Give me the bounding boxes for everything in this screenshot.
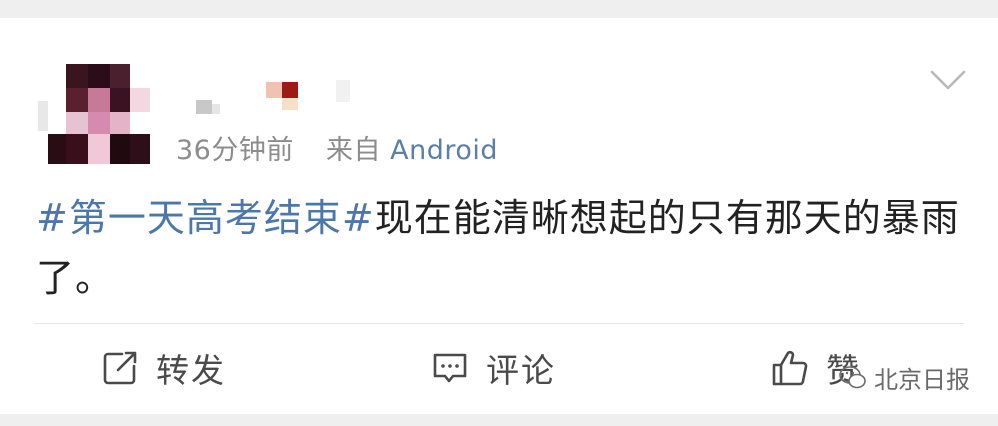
comment-label: 评论 <box>486 351 556 390</box>
username-obscured[interactable] <box>190 78 360 120</box>
divider <box>34 323 964 324</box>
bottom-background-strip <box>0 414 998 426</box>
repost-icon <box>103 351 137 385</box>
source-link[interactable]: Android <box>390 135 498 166</box>
post-time: 36分钟前 <box>176 135 294 166</box>
topic-hashtag-link[interactable]: #第一天高考结束# <box>36 196 375 240</box>
repost-label: 转发 <box>156 351 226 390</box>
comment-icon <box>433 353 467 383</box>
post-meta: 36分钟前 来自 Android <box>176 128 498 168</box>
post-text: #第一天高考结束#现在能清晰想起的只有那天的暴雨了。 <box>36 188 966 308</box>
avatar[interactable] <box>38 46 158 168</box>
top-background-strip <box>0 0 998 18</box>
comment-button[interactable]: 评论 <box>430 340 556 396</box>
chevron-down-icon[interactable] <box>928 64 968 94</box>
watermark-text: 北京日报 <box>874 366 970 394</box>
repost-button[interactable]: 转发 <box>100 340 226 396</box>
watermark: 北京日报 <box>838 360 970 395</box>
source-prefix: 来自 <box>326 135 382 166</box>
like-icon <box>772 350 808 386</box>
wechat-logo-icon <box>839 365 866 388</box>
